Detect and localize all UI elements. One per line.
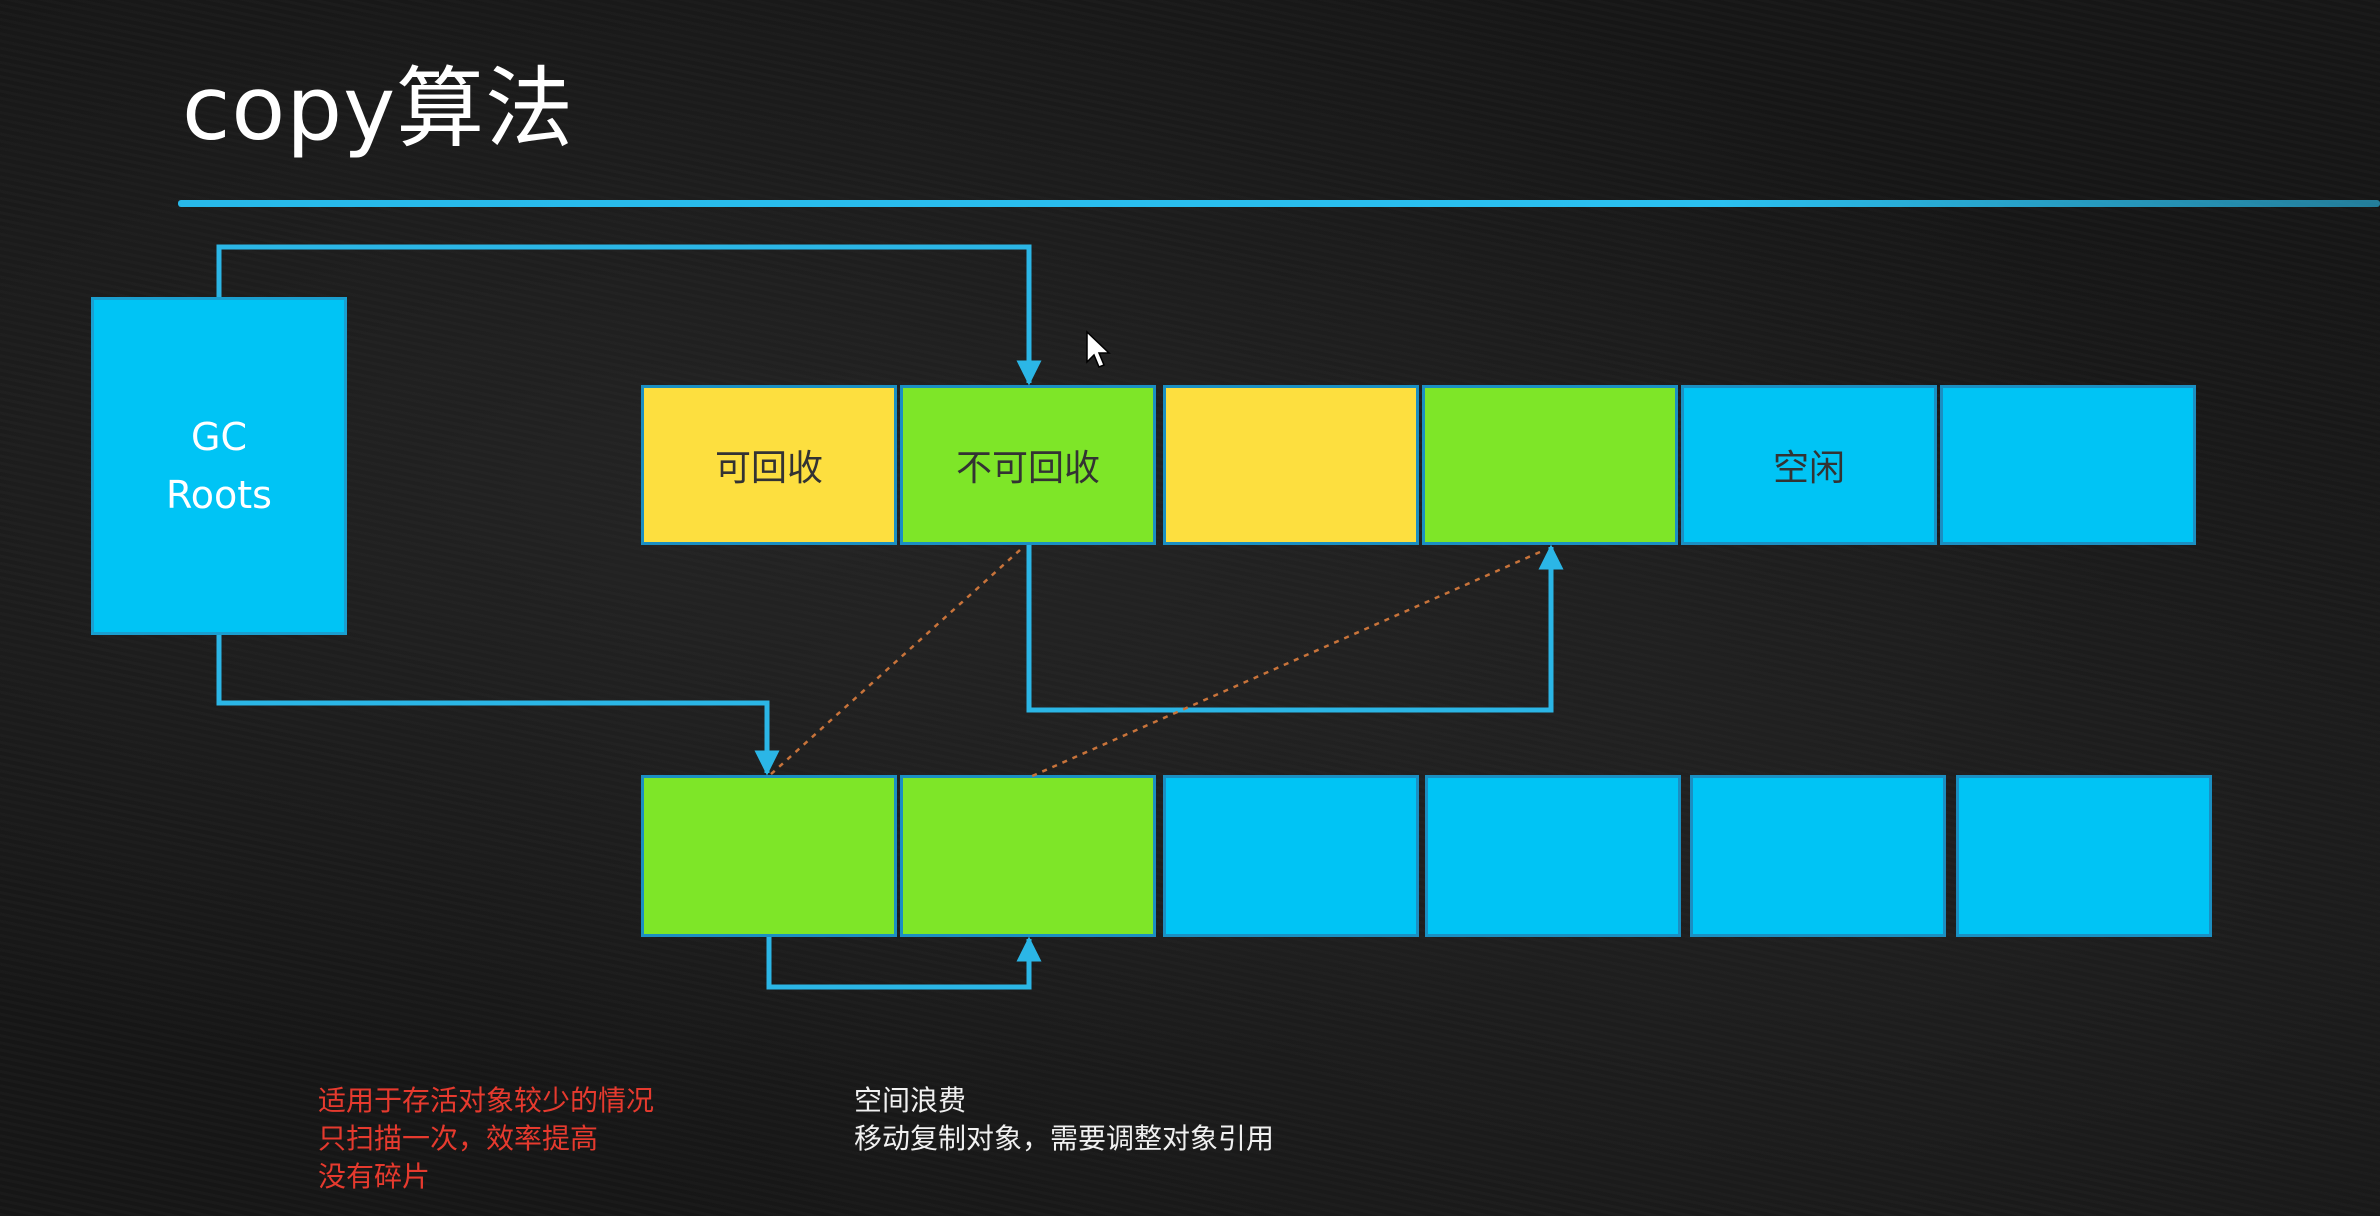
advantage-item-1: 适用于存活对象较少的情况 bbox=[318, 1084, 655, 1117]
arrow-bottom-cell-1-to-bottom-cell-2 bbox=[766, 936, 1042, 990]
arrow-gcroots-to-top-cell-2 bbox=[216, 244, 1042, 386]
copy-line-1 bbox=[769, 549, 1021, 776]
advantages-list: 适用于存活对象较少的情况 只扫描一次，效率提高 没有碎片 bbox=[318, 1082, 654, 1196]
disadvantage-item-2: 移动复制对象，需要调整对象引用 bbox=[854, 1122, 1275, 1155]
disadvantages-list: 空间浪费 移动复制对象，需要调整对象引用 bbox=[854, 1082, 1274, 1158]
slide-background: copy算法 GC Roots 可回收 不可回收 空闲 适用于存活对象较少的情况… bbox=[0, 0, 2380, 1216]
advantage-item-2: 只扫描一次，效率提高 bbox=[318, 1122, 599, 1155]
arrow-top-cell-2-to-top-cell-4 bbox=[1026, 544, 1564, 713]
advantage-item-3: 没有碎片 bbox=[318, 1160, 431, 1193]
disadvantage-item-1: 空间浪费 bbox=[854, 1084, 967, 1117]
mouse-cursor-icon bbox=[1086, 330, 1111, 368]
reference-arrows bbox=[216, 244, 1564, 990]
arrow-gcroots-to-bottom-cell-1 bbox=[216, 635, 780, 776]
copy-line-2 bbox=[1029, 550, 1541, 779]
